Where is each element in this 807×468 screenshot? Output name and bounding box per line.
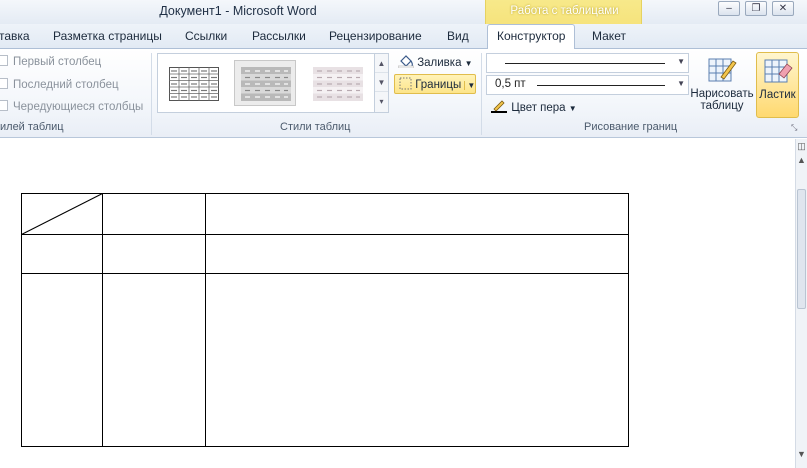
eraser-button[interactable]: Ластик xyxy=(756,52,799,118)
pen-color-icon xyxy=(491,100,507,113)
tab-layout[interactable]: Макет xyxy=(592,29,626,43)
minimize-button[interactable]: – xyxy=(718,1,740,16)
line-style-preview xyxy=(505,63,665,64)
dropdown-arrow-icon: ▼ xyxy=(677,57,685,66)
line-weight-value: 0,5 пт xyxy=(495,78,526,90)
eraser-icon xyxy=(764,59,793,83)
table-styles-group-label: Стили таблиц xyxy=(280,121,351,133)
tab-mailings[interactable]: Рассылки xyxy=(252,29,306,43)
table-tools-label: Работа с таблицами xyxy=(510,5,619,17)
tab-view[interactable]: Вид xyxy=(447,29,469,43)
gallery-down-icon[interactable]: ▼ xyxy=(375,73,388,92)
line-style-select[interactable]: ▼ xyxy=(486,53,689,73)
borders-icon xyxy=(399,77,412,90)
gallery-scroll: ▲ ▼ ▾ xyxy=(374,54,388,112)
draw-table-button[interactable]: Нарисовать таблицу xyxy=(690,52,754,118)
group-separator xyxy=(481,53,482,135)
draw-table-icon xyxy=(708,58,737,82)
table-style-preview-icon xyxy=(241,67,291,101)
table-style-light-shaded[interactable] xyxy=(306,60,368,106)
ribbon-tabs: тавка Разметка страницы Ссылки Рассылки … xyxy=(0,24,807,49)
line-weight-preview xyxy=(537,85,665,86)
scroll-thumb[interactable] xyxy=(797,189,806,309)
gallery-more-icon[interactable]: ▾ xyxy=(375,92,388,111)
pen-color-label: Цвет пера xyxy=(511,102,566,114)
dialog-launcher-icon[interactable]: ⤡ xyxy=(791,123,797,133)
dropdown-arrow-icon: ▼ xyxy=(677,79,685,88)
pen-color-button[interactable]: Цвет пера ▼ xyxy=(486,97,581,117)
draw-table-label-2: таблицу xyxy=(700,100,744,112)
checkbox-icon xyxy=(0,100,8,111)
shading-button[interactable]: Заливка ▼ xyxy=(394,52,477,72)
banded-columns-checkbox[interactable]: Чередующиеся столбцы xyxy=(0,100,143,116)
table-style-plain-grid[interactable] xyxy=(162,60,224,106)
scroll-down-icon[interactable]: ▼ xyxy=(796,449,807,459)
word-table[interactable] xyxy=(21,193,629,447)
dropdown-arrow-icon: ▼ xyxy=(464,59,473,68)
shading-label: Заливка xyxy=(417,57,462,69)
tab-page-layout[interactable]: Разметка страницы xyxy=(53,29,162,43)
borders-button[interactable]: Границы ▼ xyxy=(394,74,476,94)
window-title: Документ1 - Microsoft Word xyxy=(159,4,317,18)
dropdown-arrow-icon: ▼ xyxy=(568,104,577,113)
table-style-preview-icon xyxy=(169,67,219,101)
checkbox-icon xyxy=(0,78,8,89)
borders-label: Границы xyxy=(415,79,462,91)
gallery-up-icon[interactable]: ▲ xyxy=(375,54,388,73)
diagonal-cell-border xyxy=(21,193,103,235)
last-column-checkbox[interactable]: Последний столбец xyxy=(0,78,119,94)
document-page[interactable] xyxy=(0,139,795,468)
draw-table-label-1: Нарисовать xyxy=(690,88,754,100)
tab-references[interactable]: Ссылки xyxy=(185,29,227,43)
draw-borders-group-label: Рисование границ xyxy=(584,121,678,133)
restore-button[interactable]: ❐ xyxy=(745,1,767,16)
vertical-scrollbar[interactable]: ◫ ▲ ▼ xyxy=(795,139,807,468)
table-outer-border xyxy=(21,193,629,447)
line-weight-select[interactable]: 0,5 пт ▼ xyxy=(486,75,689,95)
style-options-group-label: илей таблиц xyxy=(0,121,64,133)
title-bar: Документ1 - Microsoft Word xyxy=(0,0,807,24)
ribbon: Первый столбец Последний столбец Чередую… xyxy=(0,48,807,138)
table-style-gray-shaded[interactable] xyxy=(234,60,296,106)
tab-design[interactable]: Конструктор xyxy=(487,24,576,49)
dropdown-arrow-icon[interactable]: ▼ xyxy=(464,81,476,90)
ruler-toggle-icon[interactable]: ◫ xyxy=(796,141,807,152)
paint-bucket-icon xyxy=(397,55,415,69)
tab-review[interactable]: Рецензирование xyxy=(329,29,422,43)
table-style-preview-icon xyxy=(313,67,363,101)
close-button[interactable]: ✕ xyxy=(772,1,794,16)
group-separator xyxy=(151,53,152,135)
table-styles-gallery: ▲ ▼ ▾ xyxy=(157,53,389,113)
eraser-label: Ластик xyxy=(759,89,796,101)
checkbox-icon xyxy=(0,55,8,66)
scroll-up-icon[interactable]: ▲ xyxy=(796,155,807,165)
tab-insert[interactable]: тавка xyxy=(0,29,30,43)
first-column-checkbox[interactable]: Первый столбец xyxy=(0,55,101,71)
